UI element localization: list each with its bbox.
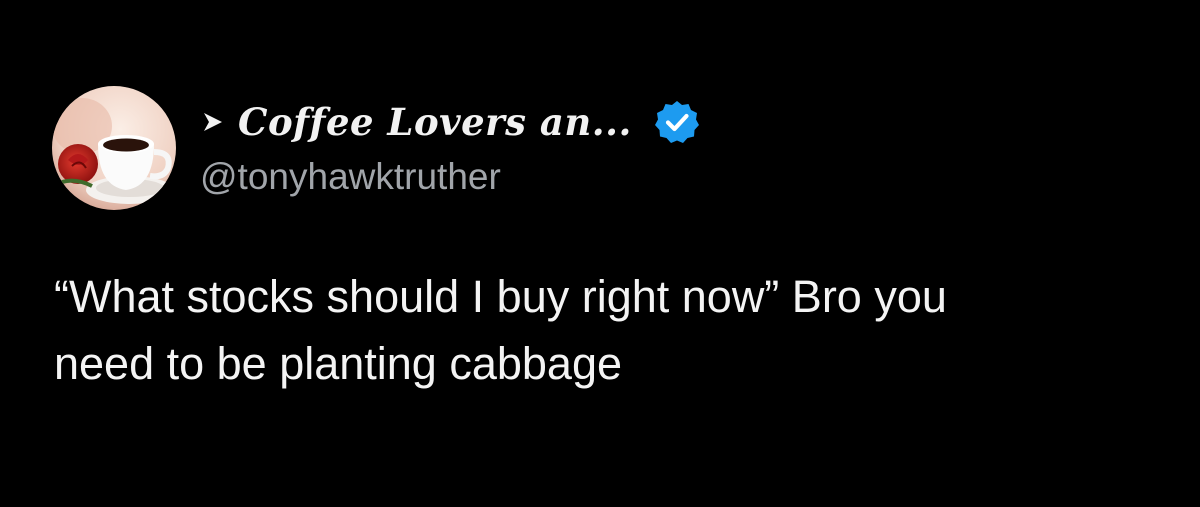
author-handle[interactable]: @tonyhawktruther — [200, 156, 900, 198]
verified-badge-icon[interactable] — [654, 99, 700, 145]
tweet-text-line: need to be planting cabbage — [54, 338, 622, 389]
author-name-row: Coffee Lovers an... — [200, 96, 900, 148]
author-display-name[interactable]: Coffee Lovers an... — [238, 100, 632, 144]
arrow-right-icon — [200, 109, 226, 135]
tweet-text: “What stocks should I buy right now” Bro… — [54, 263, 1164, 397]
coffee-cup-avatar-image — [52, 86, 176, 210]
tweet: Coffee Lovers an... @tonyhawktruther “Wh… — [0, 0, 1200, 507]
avatar[interactable] — [52, 86, 176, 210]
tweet-text-line: “What stocks should I buy right now” Bro… — [54, 271, 947, 322]
tweet-author: Coffee Lovers an... @tonyhawktruther — [200, 96, 900, 206]
